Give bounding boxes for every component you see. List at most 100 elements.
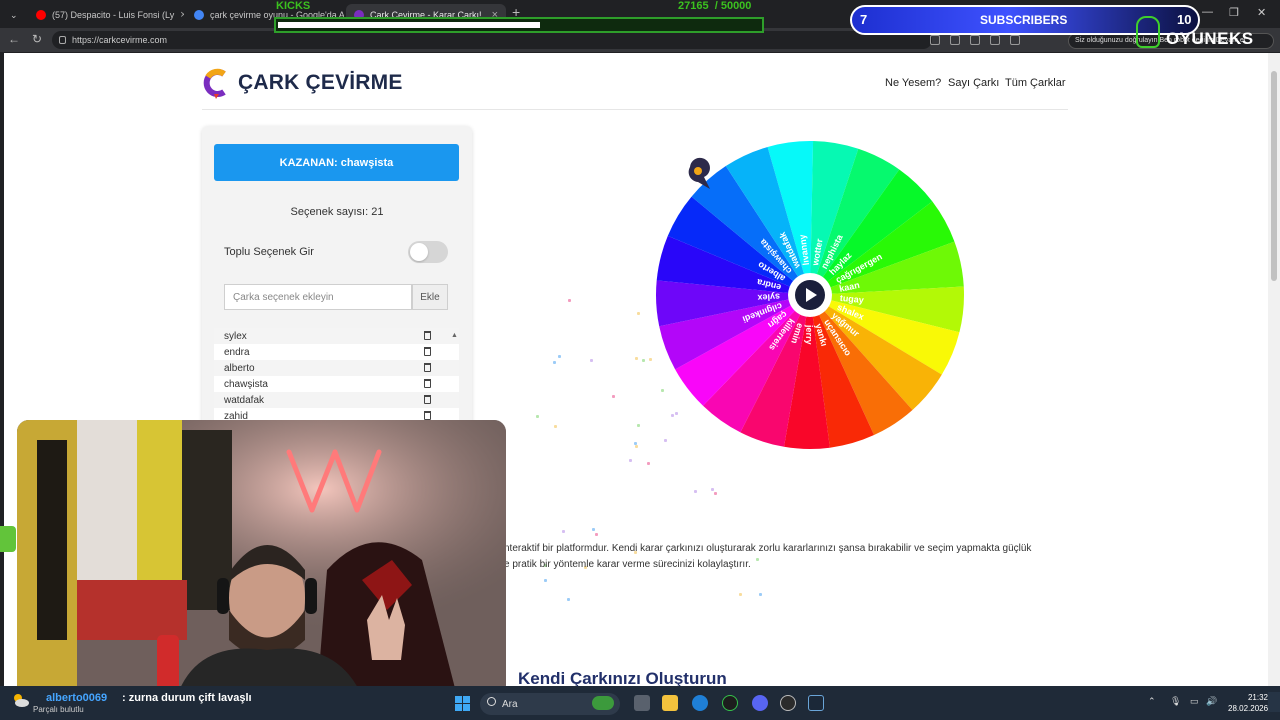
confetti-piece	[758, 593, 762, 597]
list-item-label: endra	[224, 346, 250, 358]
site-logo-icon[interactable]	[202, 68, 230, 100]
volume-icon[interactable]: 🔊	[1206, 696, 1217, 707]
confetti-piece	[738, 592, 742, 596]
confetti-piece	[558, 354, 561, 358]
trash-icon[interactable]	[424, 379, 431, 388]
weather-cloud-icon	[14, 694, 29, 707]
kicks-progress-bar	[274, 17, 764, 33]
tray-overflow-icon[interactable]: ⌃	[1148, 696, 1156, 707]
confetti-piece	[634, 445, 638, 449]
microphone-icon[interactable]: 🎙	[1170, 696, 1181, 707]
extension-icon[interactable]	[950, 35, 960, 45]
bookmark-star-icon[interactable]	[970, 35, 980, 45]
search-highlight-icon	[592, 696, 614, 710]
trash-icon[interactable]	[424, 395, 431, 404]
list-scroll-up-icon[interactable]: ▲	[451, 332, 458, 339]
bulk-entry-label: Toplu Seçenek Gir	[224, 246, 314, 258]
description-line: e pratik bir yöntemle karar verme süreci…	[504, 559, 751, 570]
obs-icon[interactable]	[780, 695, 796, 711]
option-count: Seçenek sayısı: 21	[290, 206, 384, 218]
tab-list-button[interactable]: ⌄	[2, 4, 22, 26]
trash-icon[interactable]	[424, 347, 431, 356]
confetti-piece	[710, 487, 714, 491]
close-tab-icon[interactable]: ×	[180, 9, 184, 21]
refresh-icon[interactable]	[990, 35, 1000, 45]
option-input[interactable]	[224, 284, 412, 310]
kicks-label: KICKS	[276, 0, 311, 12]
site-description: nteraktif bir platformdur. Kendi karar ç…	[504, 541, 1064, 573]
wheel-segment-label: sylex	[757, 292, 780, 303]
confetti-piece	[568, 299, 572, 303]
weather-text[interactable]: Parçalı bulutlu	[33, 705, 84, 714]
add-option-button[interactable]: Ekle	[412, 284, 448, 310]
scrollbar-thumb[interactable]	[1271, 71, 1277, 281]
toolbar-icons	[930, 35, 1020, 45]
bulk-entry-toggle[interactable]	[408, 241, 448, 263]
confetti-piece	[611, 395, 615, 399]
winner-banner[interactable]: KAZANAN: chawşista	[214, 144, 459, 181]
list-item: alberto	[214, 360, 459, 376]
nav-ne-yesem[interactable]: Ne Yesem?	[885, 77, 941, 89]
list-item: sylex	[214, 328, 459, 344]
confetti-piece	[628, 459, 632, 463]
kicks-count: 27165 / 50000	[678, 0, 751, 12]
install-app-icon[interactable]	[930, 35, 940, 45]
confetti-piece	[633, 441, 637, 445]
trash-icon[interactable]	[424, 331, 431, 340]
steam-icon[interactable]	[808, 695, 824, 711]
list-item-label: sylex	[224, 330, 247, 342]
list-item: endra	[214, 344, 459, 360]
chat-message: : zurna durum çift lavaşlı	[122, 692, 252, 704]
list-item: chawşista	[214, 376, 459, 392]
confetti-piece	[635, 357, 639, 361]
url-field[interactable]: https://carkcevirme.com	[52, 31, 932, 49]
reload-icon[interactable]: ↻	[32, 32, 42, 46]
site-brand[interactable]: ÇARK ÇEVİRME	[238, 71, 403, 95]
channel-logo-text: OYUNEKS	[1166, 29, 1254, 48]
list-item-label: watdafak	[224, 394, 265, 406]
kicks-goal: / 50000	[714, 0, 752, 12]
list-item: watdafak	[214, 392, 459, 408]
profile-icon[interactable]	[1010, 35, 1020, 45]
nav-sayi-carki[interactable]: Sayı Çarkı	[948, 77, 999, 89]
youtube-icon	[36, 10, 46, 20]
search-icon	[487, 697, 496, 706]
decision-wheel[interactable]: lıvanny wotternephistahaylazçağrıgergenka…	[652, 137, 968, 453]
discord-icon[interactable]	[752, 695, 768, 711]
side-widget-tab[interactable]	[0, 526, 16, 552]
trash-icon[interactable]	[424, 363, 431, 372]
taskbar-search[interactable]: Ara	[480, 693, 620, 715]
taskbar-search-label: Ara	[502, 698, 518, 710]
confetti-piece	[636, 311, 640, 315]
google-icon	[194, 10, 204, 20]
nav-tum-carklar[interactable]: Tüm Çarklar	[1005, 77, 1066, 89]
trash-icon[interactable]	[424, 411, 431, 420]
file-explorer-icon[interactable]	[662, 695, 678, 711]
chat-username: alberto0069	[46, 692, 108, 704]
confetti-piece	[713, 491, 717, 495]
task-view-icon[interactable]	[634, 695, 650, 711]
show-desktop-button[interactable]	[1268, 692, 1280, 712]
list-item-label: alberto	[224, 362, 255, 374]
winner-name: chawşista	[340, 156, 394, 169]
tab-despacito[interactable]: (57) Despacito - Luis Fonsi (Ly ×	[28, 4, 184, 26]
section-heading: Kendi Çarkınızı Oluşturun	[518, 669, 727, 686]
app-icon[interactable]	[722, 695, 738, 711]
pointer-dot	[694, 167, 702, 175]
taskbar-clock[interactable]: 21:32 28.02.2026	[1228, 692, 1268, 714]
subs-current: 7	[860, 12, 868, 27]
network-icon[interactable]: ▭	[1190, 696, 1199, 707]
confetti-piece	[543, 579, 547, 583]
page-scrollbar[interactable]	[1268, 53, 1280, 686]
channel-logo: OYUNEKS	[1134, 16, 1280, 52]
kicks-current: 27165	[678, 0, 709, 12]
confetti-piece	[566, 598, 570, 602]
edge-icon[interactable]	[692, 695, 708, 711]
windows-start-icon[interactable]	[455, 696, 470, 711]
header-divider	[202, 109, 1068, 110]
confetti-piece	[636, 423, 640, 427]
confetti-piece	[562, 530, 566, 534]
site-info-icon[interactable]	[59, 36, 66, 44]
back-icon[interactable]: ←	[8, 32, 20, 46]
mascot-icon	[1136, 16, 1160, 48]
